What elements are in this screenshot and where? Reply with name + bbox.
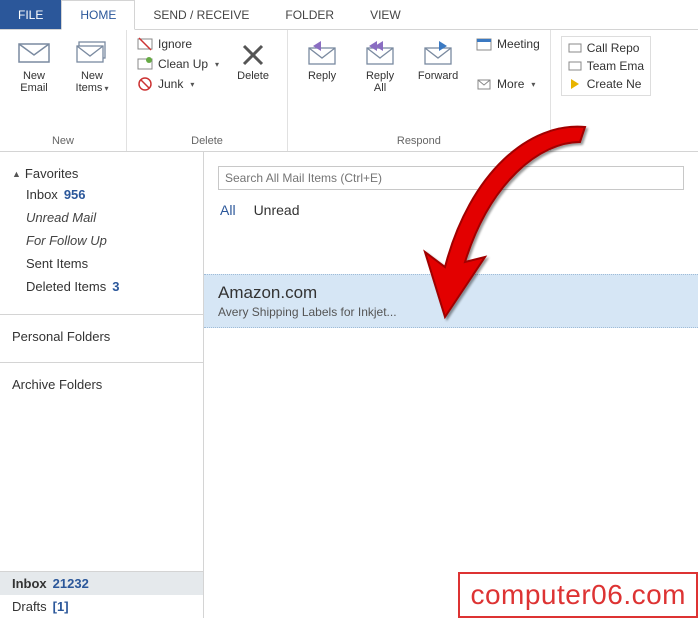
meeting-button[interactable]: Meeting <box>476 36 540 52</box>
new-items-button[interactable]: New Items▾ <box>68 36 116 96</box>
ribbon-group-respond: Reply Reply All Forward Meetin <box>288 30 551 151</box>
ribbon-group-new-label: New <box>10 135 116 149</box>
more-label: More <box>497 77 524 91</box>
inbox-label: Inbox <box>26 187 58 202</box>
quickstep-icon <box>568 41 582 55</box>
meeting-label: Meeting <box>497 37 540 51</box>
ribbon-group-delete: Ignore Clean Up▾ Junk▾ <box>127 30 288 151</box>
message-item[interactable]: Amazon.com Avery Shipping Labels for Ink… <box>204 274 698 328</box>
sidebar-personal-folders[interactable]: Personal Folders <box>0 314 203 346</box>
forward-label: Forward <box>418 70 458 82</box>
reply-all-button[interactable]: Reply All <box>356 36 404 96</box>
search-input[interactable] <box>218 166 684 190</box>
tab-strip: FILE HOME SEND / RECEIVE FOLDER VIEW <box>0 0 698 30</box>
ribbon-group-respond-label: Respond <box>298 135 540 149</box>
watermark: computer06.com <box>458 572 698 618</box>
ignore-button[interactable]: Ignore <box>137 36 219 52</box>
reply-all-icon <box>363 38 397 68</box>
sidebar-item-deleted[interactable]: Deleted Items 3 <box>0 275 203 298</box>
drafts-label: Drafts <box>12 599 47 614</box>
more-icon <box>476 76 492 92</box>
filter-unread[interactable]: Unread <box>254 202 300 218</box>
quickstep-call-repo[interactable]: Call Repo <box>568 41 644 55</box>
envelope-icon <box>17 38 51 68</box>
message-list-pane: All Unread Amazon.com Avery Shipping Lab… <box>204 152 698 618</box>
unread-mail-label: Unread Mail <box>26 210 96 225</box>
quickstep-label: Call Repo <box>587 41 640 55</box>
drafts-count: [1] <box>53 599 69 614</box>
clean-up-label: Clean Up <box>158 57 208 71</box>
forward-button[interactable]: Forward <box>414 36 462 84</box>
tab-send-receive[interactable]: SEND / RECEIVE <box>135 0 267 29</box>
forward-icon <box>421 38 455 68</box>
sent-label: Sent Items <box>26 256 88 271</box>
junk-icon <box>137 76 153 92</box>
reply-label: Reply <box>308 70 336 82</box>
sidebar: ▲ Favorites Inbox 956 Unread Mail For Fol… <box>0 152 204 618</box>
sidebar-item-inbox-all[interactable]: Inbox 21232 <box>0 572 203 595</box>
quickstep-icon <box>568 59 582 73</box>
clean-up-button[interactable]: Clean Up▾ <box>137 56 219 72</box>
ribbon-group-new: New Email New Items▾ New <box>0 30 127 151</box>
reply-button[interactable]: Reply <box>298 36 346 84</box>
archive-folders-label: Archive Folders <box>12 377 102 392</box>
ribbon: New Email New Items▾ New Ignore <box>0 30 698 152</box>
envelope-stack-icon <box>75 38 109 68</box>
personal-folders-label: Personal Folders <box>12 329 110 344</box>
sidebar-item-drafts[interactable]: Drafts [1] <box>0 595 203 618</box>
deleted-label: Deleted Items <box>26 279 106 294</box>
ignore-icon <box>137 36 153 52</box>
ribbon-group-quicksteps-label <box>561 147 651 149</box>
new-email-label: New Email <box>20 70 48 94</box>
sidebar-item-unread-mail[interactable]: Unread Mail <box>0 206 203 229</box>
new-email-button[interactable]: New Email <box>10 36 58 96</box>
reply-all-label: Reply All <box>366 70 394 94</box>
filter-all[interactable]: All <box>220 202 236 218</box>
follow-up-label: For Follow Up <box>26 233 107 248</box>
reply-icon <box>305 38 339 68</box>
junk-label: Junk <box>158 77 183 91</box>
quickstep-team-email[interactable]: Team Ema <box>568 59 644 73</box>
meeting-icon <box>476 36 492 52</box>
tab-home[interactable]: HOME <box>61 0 135 30</box>
delete-label: Delete <box>237 70 269 82</box>
quickstep-icon <box>568 77 582 91</box>
filter-row: All Unread <box>204 196 698 224</box>
favorites-label: Favorites <box>25 166 78 181</box>
new-items-label: New Items▾ <box>76 70 109 94</box>
quickstep-create-new[interactable]: Create Ne <box>568 77 644 91</box>
delete-icon <box>236 38 270 68</box>
more-button[interactable]: More▾ <box>476 76 540 92</box>
junk-button[interactable]: Junk▾ <box>137 76 219 92</box>
tab-file[interactable]: FILE <box>0 0 61 29</box>
tab-view[interactable]: VIEW <box>352 0 419 29</box>
sidebar-item-inbox[interactable]: Inbox 956 <box>0 183 203 206</box>
message-subject: Avery Shipping Labels for Inkjet... <box>218 305 684 319</box>
inbox-all-label: Inbox <box>12 576 47 591</box>
sidebar-archive-folders[interactable]: Archive Folders <box>0 362 203 394</box>
delete-button[interactable]: Delete <box>229 36 277 84</box>
message-sender: Amazon.com <box>218 283 684 303</box>
quickstep-label: Create Ne <box>587 77 642 91</box>
chevron-down-icon: ▲ <box>12 169 21 179</box>
quickstep-label: Team Ema <box>587 59 644 73</box>
ignore-label: Ignore <box>158 37 192 51</box>
clean-up-icon <box>137 56 153 72</box>
deleted-count: 3 <box>112 279 119 294</box>
inbox-all-count: 21232 <box>53 576 89 591</box>
sidebar-favorites-header[interactable]: ▲ Favorites <box>0 160 203 183</box>
ribbon-group-quicksteps: Call Repo Team Ema Create Ne <box>551 30 651 151</box>
main-area: ▲ Favorites Inbox 956 Unread Mail For Fol… <box>0 152 698 618</box>
ribbon-group-delete-label: Delete <box>137 135 277 149</box>
sidebar-item-follow-up[interactable]: For Follow Up <box>0 229 203 252</box>
inbox-count: 956 <box>64 187 86 202</box>
tab-folder[interactable]: FOLDER <box>267 0 352 29</box>
sidebar-item-sent[interactable]: Sent Items <box>0 252 203 275</box>
